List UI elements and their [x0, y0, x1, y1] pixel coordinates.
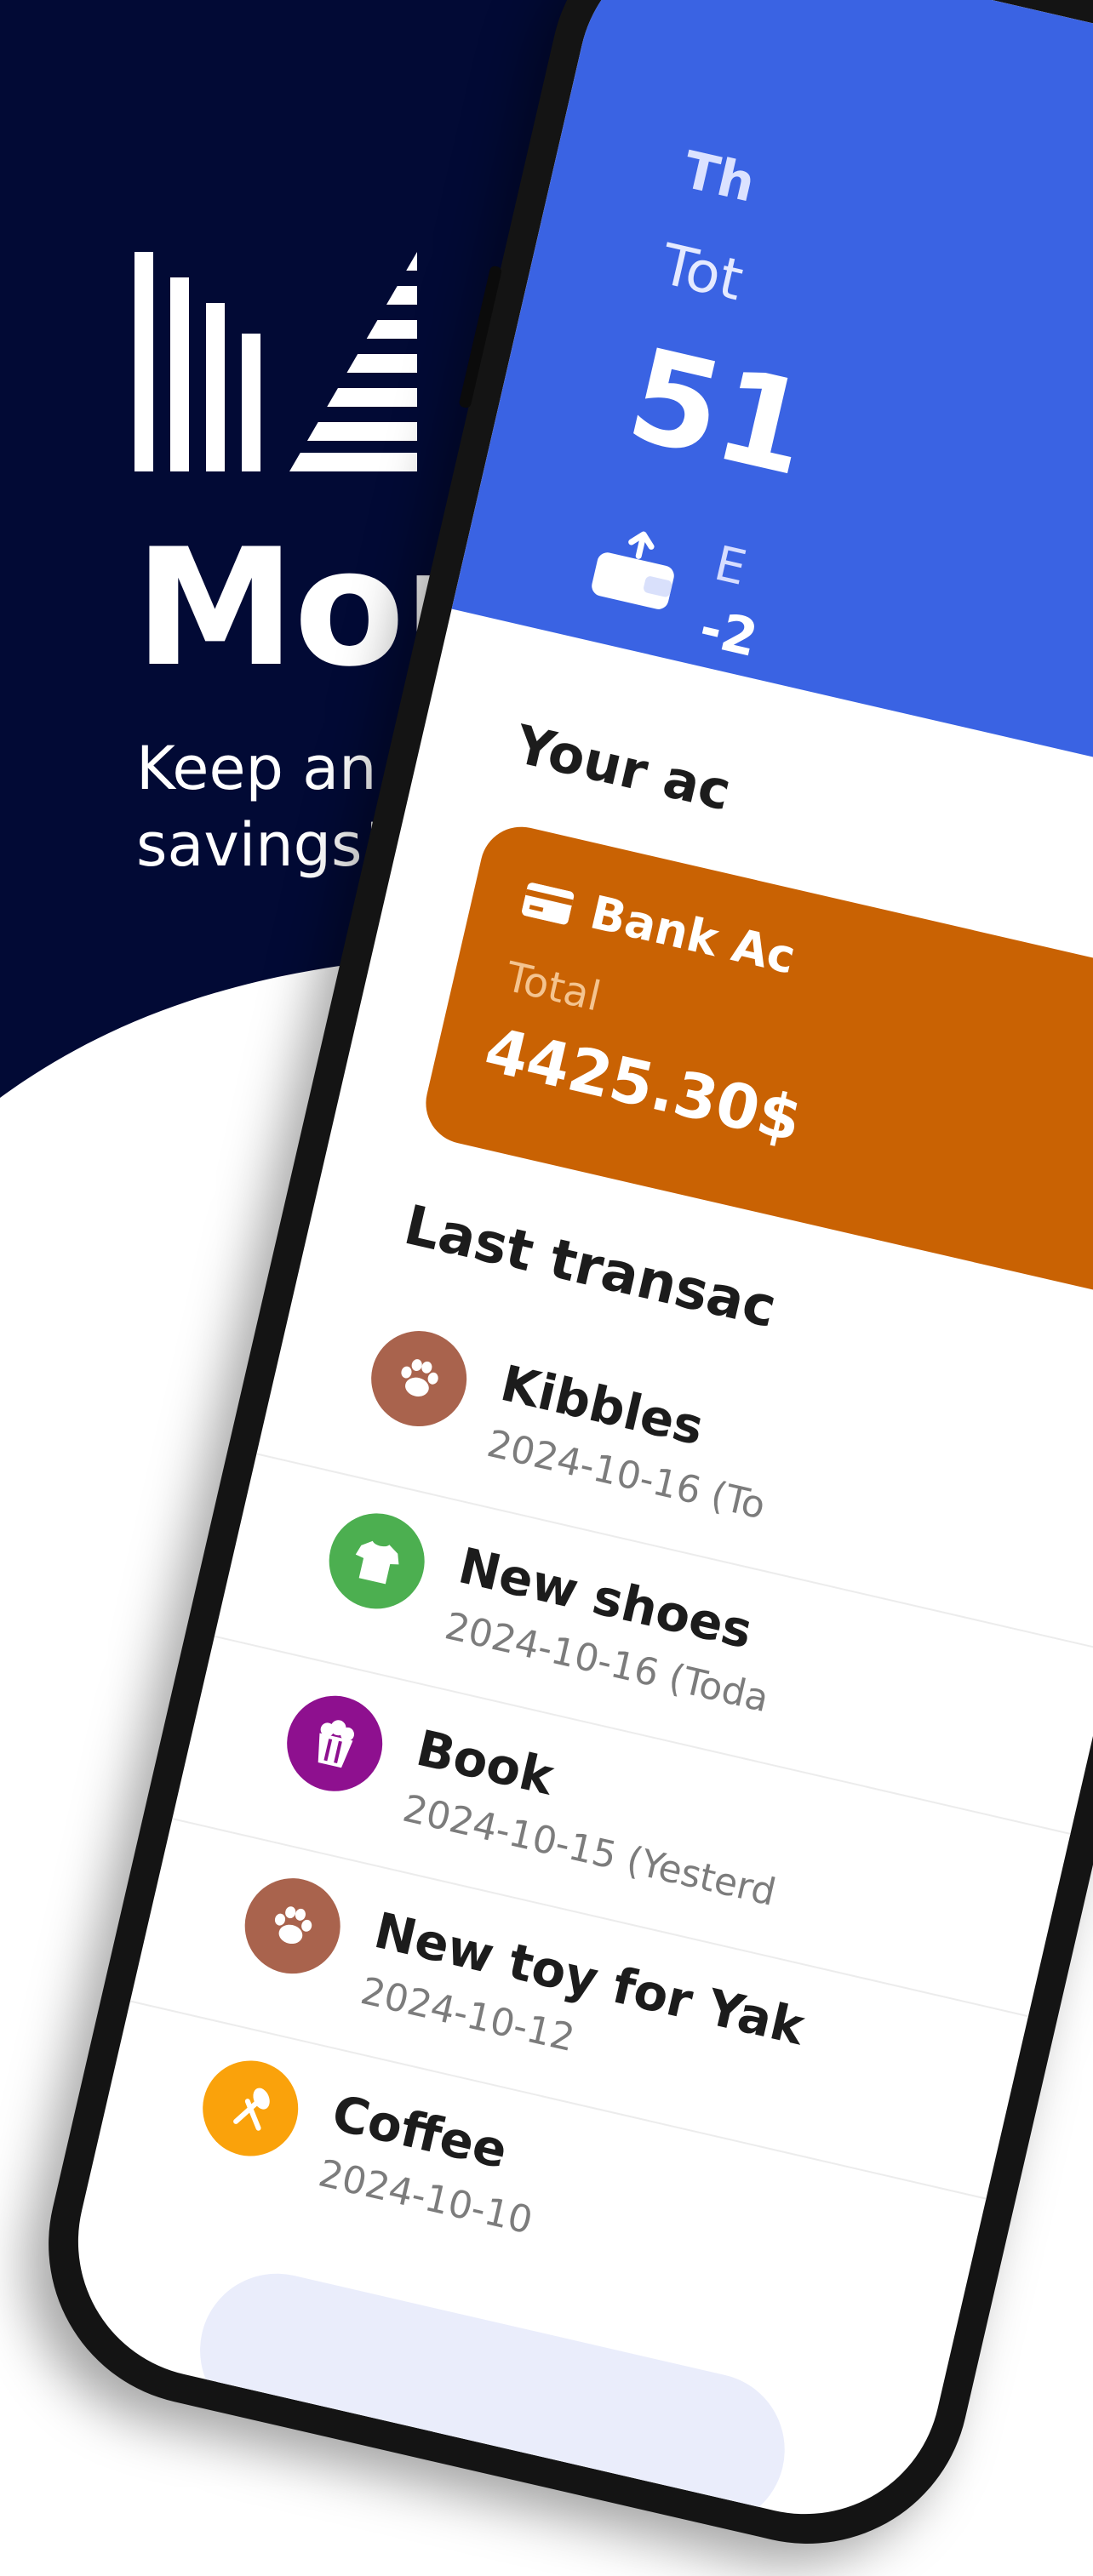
tshirt-icon [319, 1504, 434, 1619]
accounts-section-title: Your ac [509, 712, 737, 823]
account-total-label: Total [501, 952, 605, 1021]
paw-icon [361, 1321, 477, 1437]
header-label: Th [677, 140, 761, 214]
expense-label: E [709, 535, 752, 597]
total-label: Tot [655, 231, 749, 314]
wallet-icon [592, 531, 674, 609]
brand-logo [134, 252, 417, 471]
balance-header: Th Tot 51 E -2 [451, 0, 1093, 807]
transactions-list: Kibbles 2024-10-16 (To New shoes 2024-10… [88, 1272, 1093, 2394]
account-total-value: 4425.30$ [478, 1014, 809, 1156]
paw-icon [235, 1868, 350, 1984]
transaction-date: 2024-10-10 [314, 2151, 537, 2243]
utensils-icon [193, 2051, 308, 2166]
account-name: Bank Ac [585, 885, 801, 985]
credit-card-icon [522, 882, 575, 925]
total-value: 51 [615, 321, 823, 505]
expense-value: -2 [694, 597, 764, 670]
popcorn-icon [278, 1686, 392, 1801]
